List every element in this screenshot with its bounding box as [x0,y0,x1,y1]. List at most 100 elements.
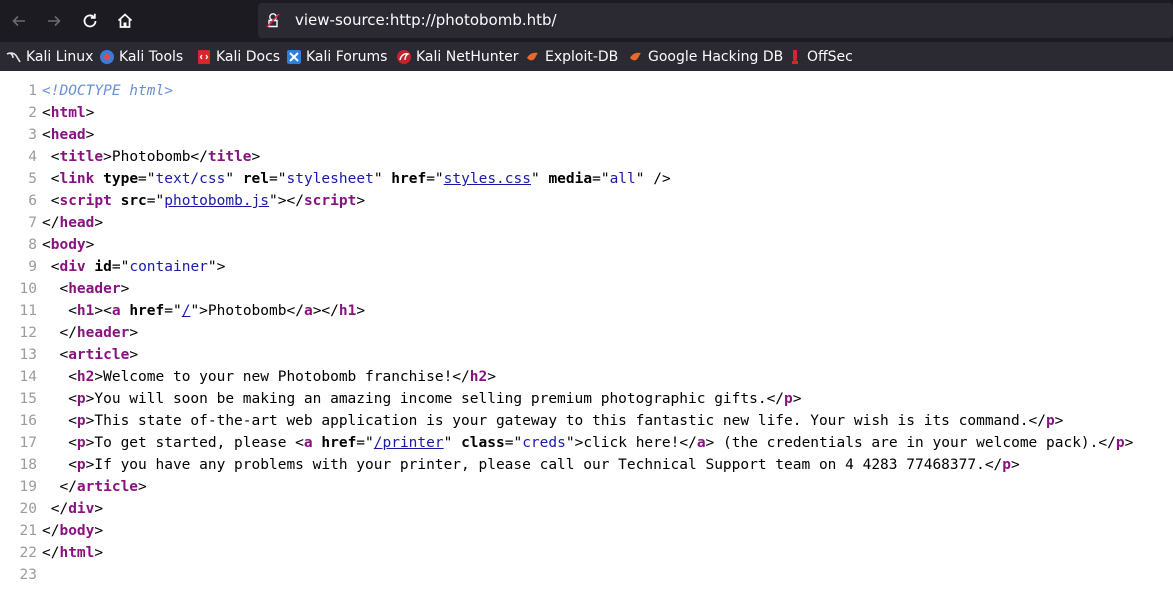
source-line: 2 <html> [0,102,1173,124]
source-token: > [356,303,366,319]
source-token: script [59,193,112,209]
source-token: < [42,281,69,297]
bookmark-google-hacking-db[interactable]: Google Hacking DB [628,42,783,71]
line-code: <p>If you have any problems with your pr… [42,454,1020,476]
source-token: > [94,545,104,561]
bookmark-label: Kali Tools [119,48,184,65]
source-line: 10 <header> [0,278,1173,300]
line-number: 21 [19,523,37,539]
source-token: > [120,281,130,297]
line-number: 12 [19,325,37,341]
source-token: < [42,149,60,165]
source-token: < [42,259,60,275]
source-token: > [251,149,261,165]
line-code: <h1><a href="/">Photobomb</a></h1> [42,300,365,322]
source-line: 5 <link type="text/css" rel="stylesheet"… [0,168,1173,190]
line-number: 2 [28,105,37,121]
line-code: <!DOCTYPE html> [42,80,173,102]
source-link[interactable]: styles.css [444,171,531,187]
source-link[interactable]: /printer [374,435,444,451]
source-token: </ [42,215,60,231]
home-button[interactable] [112,8,138,34]
source-token: > [487,369,496,385]
source-line: 18 <p>If you have any problems with your… [0,454,1173,476]
line-number: 16 [19,413,37,429]
bookmark-label: OffSec [807,48,853,65]
source-line: 6 <script src="photobomb.js"></script> [0,190,1173,212]
forward-button[interactable] [41,8,67,34]
source-token: p [1002,457,1012,473]
source-token: < [42,457,77,473]
url-text[interactable]: view-source:http://photobomb.htb/ [295,11,557,29]
source-token: > [129,347,139,363]
source-token: " [225,171,243,187]
kali-tools-icon [99,49,115,65]
source-line: 3 <head> [0,124,1173,146]
line-number: 18 [19,457,37,473]
source-token: </ [42,545,60,561]
bookmark-offsec[interactable]: OffSec [787,42,853,71]
source-token: > [792,391,802,407]
source-token: =" [504,435,523,451]
line-number: 22 [19,545,37,561]
line-number: 4 [28,149,37,165]
source-line: 17 <p>To get started, please <a href="/p… [0,432,1173,454]
source-token: =" [356,435,374,451]
source-token: > [1054,413,1064,429]
source-token: class [461,435,505,451]
source-token: article [76,479,139,495]
url-bar[interactable]: view-source:http://photobomb.htb/ [258,3,1173,38]
source-token: body [59,523,95,539]
line-code: <html> [42,102,94,124]
source-token: < [42,303,77,319]
source-token: p [76,435,86,451]
line-number: 6 [28,193,37,209]
bookmark-kali-forums[interactable]: Kali Forums [286,42,387,71]
source-line: 9 <div id="container"> [0,256,1173,278]
source-token: head [59,215,95,231]
line-code: <header> [42,278,129,300]
source-token: > [356,193,366,209]
back-button[interactable] [6,8,32,34]
source-link[interactable]: photobomb.js [164,193,269,209]
source-token: < [42,237,51,253]
source-token: </ [42,479,77,495]
bookmark-label: Google Hacking DB [648,48,784,65]
bookmark-kali-docs[interactable]: Kali Docs [196,42,280,71]
line-code: </div> [42,498,103,520]
line-number: 1 [28,83,37,99]
source-token: =" [146,193,165,209]
ghdb-icon [628,49,644,65]
source-token: " /> [635,171,671,187]
source-token: =" [426,171,444,187]
source-token: < [42,435,77,451]
source-token: p [1045,413,1055,429]
source-token: > [1011,457,1020,473]
source-line: 1 <!DOCTYPE html> [0,80,1173,102]
bookmark-exploit-db[interactable]: Exploit-DB [525,42,618,71]
source-line: 16 <p>This state of-the-art web applicat… [0,410,1173,432]
source-token: ></ [312,303,339,319]
bookmark-kali-linux[interactable]: Kali Linux [6,42,93,71]
source-token: creds [522,435,566,451]
exploit-db-icon [525,49,541,65]
source-token: div [68,501,95,517]
line-number: 19 [19,479,37,495]
source-token: < [42,105,51,121]
line-code: <link type="text/css" rel="stylesheet" h… [42,168,671,190]
source-line: 15 <p>You will soon be making an amazing… [0,388,1173,410]
bookmark-kali-nethunter[interactable]: Kali NetHunter [396,42,518,71]
source-token: ">Photobomb</ [190,303,304,319]
kali-forums-icon [286,49,302,65]
bookmark-kali-tools[interactable]: Kali Tools [99,42,183,71]
source-token: =" [111,259,130,275]
source-token: >This state of-the-art web application i… [85,413,1046,429]
source-token: h2 [76,369,95,385]
source-token: < [42,347,69,363]
line-number: 7 [28,215,37,231]
source-token: h1 [76,303,95,319]
page-info-icon[interactable] [266,12,280,32]
reload-button[interactable] [77,8,103,34]
source-token: rel [242,171,270,187]
source-token: >< [94,303,112,319]
